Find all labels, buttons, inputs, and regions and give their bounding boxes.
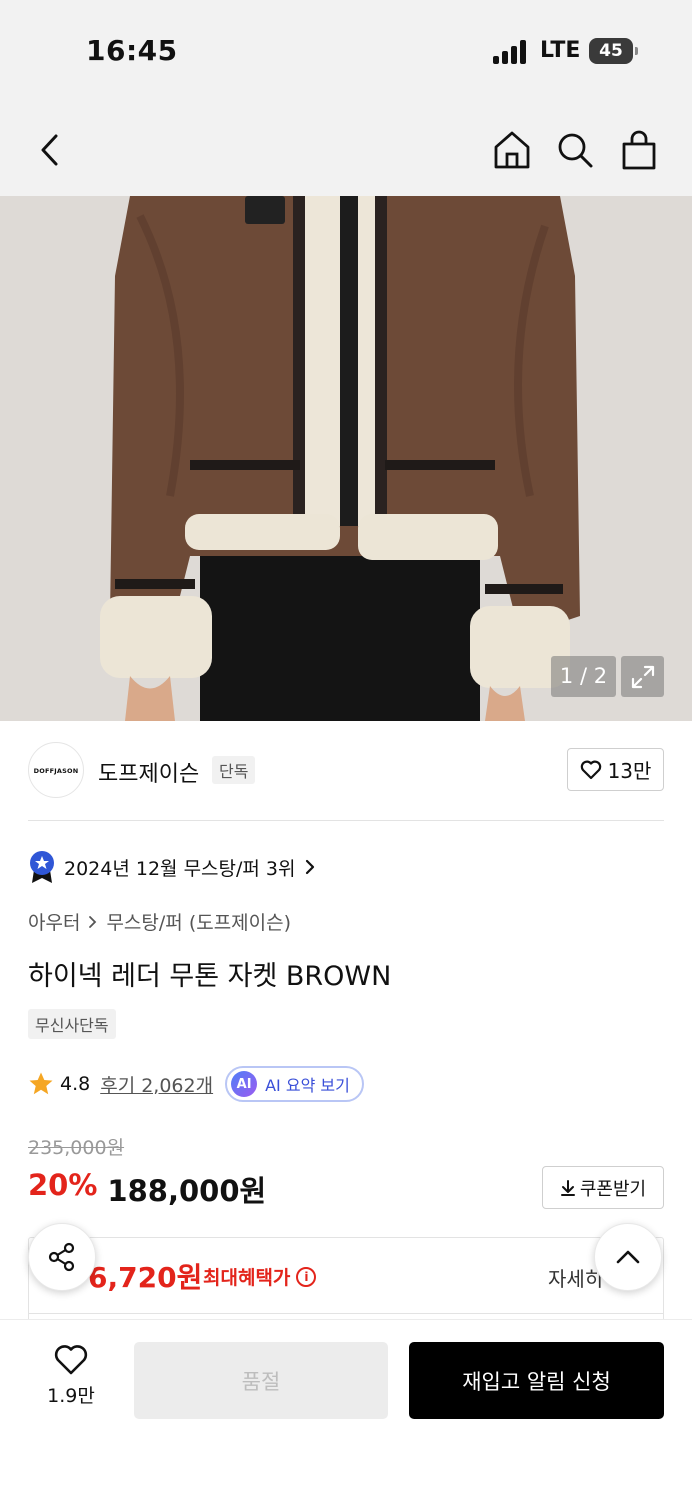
soldout-button[interactable]: 품절 (134, 1342, 388, 1419)
ranking-badge-icon (30, 851, 54, 883)
heart-icon (54, 1345, 88, 1375)
expand-icon[interactable] (621, 656, 664, 697)
brand-row: DOFFJASON 도프제이슨 단독 13만 (28, 742, 664, 798)
download-icon (560, 1179, 575, 1196)
ranking-text: 2024년 12월 무스탕/퍼 3위 (64, 857, 296, 880)
ai-badge-icon: AI (231, 1071, 258, 1097)
discount-rate: 20% (28, 1168, 98, 1202)
breadcrumb-subcategory[interactable]: 무스탕/퍼 (도프제이슨) (106, 908, 291, 935)
network-label: LTE (540, 38, 581, 63)
brand-logo[interactable]: DOFFJASON (28, 742, 84, 798)
ai-summary-button[interactable]: AI AI 요약 보기 (225, 1066, 364, 1102)
shopping-bag-icon[interactable] (619, 128, 659, 172)
wish-count: 1.9만 (47, 1385, 95, 1407)
wish-button[interactable]: 1.9만 (36, 1344, 106, 1408)
max-benefit-label: 최대혜택가 i (203, 1263, 317, 1290)
restock-alert-button[interactable]: 재입고 알림 신청 (409, 1342, 664, 1419)
rating-score: 4.8 (60, 1073, 91, 1095)
search-icon[interactable] (555, 128, 595, 172)
product-image[interactable] (0, 196, 692, 721)
back-icon[interactable] (30, 128, 70, 172)
ranking-link[interactable]: 2024년 12월 무스탕/퍼 3위 (28, 850, 316, 884)
image-counter: 1 / 2 (551, 656, 616, 697)
breadcrumb: 아우터 무스탕/퍼 (도프제이슨) (28, 908, 291, 935)
brand-like-count: 13만 (607, 759, 652, 783)
coupon-button[interactable]: 쿠폰받기 (542, 1166, 664, 1209)
battery-icon: 45 (589, 38, 638, 64)
brand-like-button[interactable]: 13만 (567, 748, 664, 791)
review-link[interactable]: 후기 2,062개 (100, 1071, 213, 1098)
share-icon (48, 1242, 75, 1272)
brand-exclusive-tag: 단독 (212, 756, 256, 784)
chevron-right-icon (89, 915, 97, 928)
rating-row: 4.8 후기 2,062개 AI AI 요약 보기 (28, 1064, 364, 1104)
brand-name[interactable]: 도프제이슨 (98, 756, 199, 788)
coupon-label: 쿠폰받기 (579, 1178, 647, 1200)
divider (28, 820, 664, 821)
chevron-up-icon (616, 1250, 640, 1264)
chevron-right-icon (305, 859, 314, 875)
ai-summary-label: AI 요약 보기 (265, 1076, 350, 1095)
price-row: 20% 188,000원 (28, 1168, 266, 1210)
status-time: 16:45 (86, 34, 178, 67)
max-benefit-text: 최대혜택가 (203, 1267, 291, 1289)
signal-icon (493, 40, 529, 64)
info-icon[interactable]: i (296, 1266, 317, 1287)
exclusive-tag: 무신사단독 (28, 1009, 116, 1039)
heart-icon (580, 760, 601, 779)
sale-price: 188,000원 (107, 1174, 267, 1208)
home-icon[interactable] (492, 128, 532, 172)
share-button[interactable] (28, 1223, 96, 1291)
max-benefit-price: 6,720원 (88, 1261, 203, 1294)
star-icon (29, 1072, 53, 1095)
breadcrumb-category[interactable]: 아우터 (28, 908, 80, 935)
divider (28, 1313, 664, 1314)
scroll-top-button[interactable] (594, 1223, 662, 1291)
product-title: 하이넥 레더 무톤 자켓 BROWN (28, 961, 392, 992)
original-price: 235,000원 (28, 1137, 125, 1159)
